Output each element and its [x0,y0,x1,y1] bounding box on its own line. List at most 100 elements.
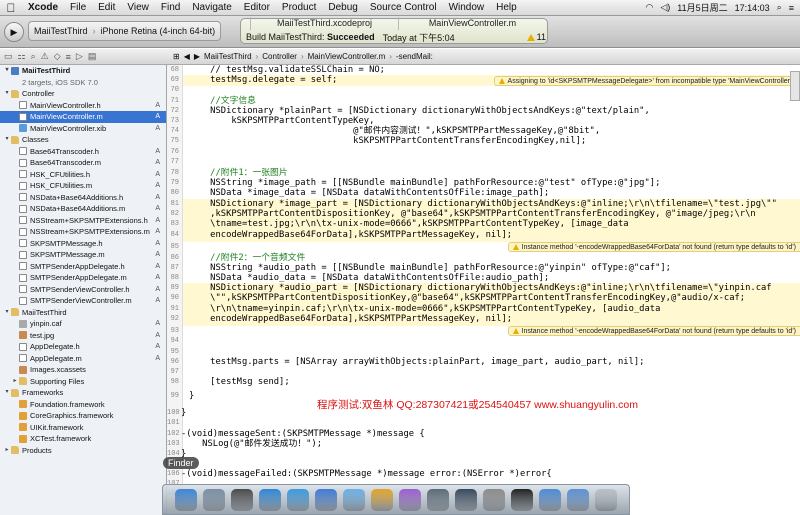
file-item[interactable]: AppDelegate.m A [0,353,166,365]
line-number[interactable]: 92 [167,315,179,323]
line-number[interactable]: 70 [167,86,179,94]
menu-item-file[interactable]: File [64,2,92,13]
file-item[interactable]: MainViewController.h A [0,100,166,112]
disclosure-icon[interactable]: ▾ [3,88,11,100]
line-number[interactable]: 82 [167,210,179,218]
menu-item-navigate[interactable]: Navigate [186,2,237,13]
line-number[interactable]: 76 [167,148,179,156]
file-item[interactable]: SKPSMTPMessage.h A [0,238,166,250]
disclosure-icon[interactable]: ▸ [11,376,19,388]
disclosure-icon[interactable]: ▾ [3,307,11,319]
file-item[interactable]: SMTPSenderViewController.h A [0,284,166,296]
line-number[interactable]: 71 [167,97,179,105]
line-number[interactable]: 91 [167,305,179,313]
file-item[interactable]: Base64Transcoder.h A [0,146,166,158]
iphone-simulator-icon[interactable] [455,488,477,511]
search-icon[interactable]: ⌕ [777,2,782,13]
clock-text[interactable]: 17:14:03 [735,3,770,13]
group-item[interactable]: ▾ Frameworks [0,387,166,399]
disclosure-icon[interactable]: ▾ [3,387,11,399]
breakpoint-icon[interactable]: ▷ [76,51,83,62]
mail-icon[interactable] [343,488,365,511]
file-item[interactable]: NSData+Base64Additions.m A [0,203,166,215]
trash-icon[interactable] [595,488,617,511]
warning-banner[interactable]: Assigning to 'id<SKPSMTPMessageDelegate>… [493,76,800,86]
file-item[interactable]: SMTPSenderAppDelegate.m A [0,272,166,284]
file-item[interactable]: SMTPSenderAppDelegate.h A [0,261,166,273]
menu-item-help[interactable]: Help [490,2,523,13]
file-item[interactable]: AppDelegate.h A [0,341,166,353]
run-button[interactable]: ▶ [4,22,24,42]
file-item[interactable]: MainViewController.xib A [0,123,166,135]
menu-item-window[interactable]: Window [443,2,491,13]
line-number[interactable]: 98 [167,378,179,386]
line-number[interactable]: 69 [167,76,179,84]
app-store-icon[interactable] [259,488,281,511]
menu-item-debug[interactable]: Debug [322,2,363,13]
scheme-device[interactable]: iPhone Retina (4-inch 64-bit) [96,26,221,36]
line-number[interactable]: 78 [167,169,179,177]
folder-icon[interactable]: ▭ [4,51,13,62]
breadcrumb-file[interactable]: MainViewController.m [308,52,386,61]
disclosure-icon[interactable]: ▾ [3,134,11,146]
itunes-icon[interactable] [399,488,421,511]
line-number[interactable]: 87 [167,264,179,272]
line-number[interactable]: 100 [167,409,180,417]
breadcrumb-method[interactable]: -sendMail: [396,52,433,61]
file-item[interactable]: SKPSMTPMessage.m A [0,249,166,261]
xcode-icon[interactable] [315,488,337,511]
group-item[interactable]: ▾ Classes [0,134,166,146]
line-number[interactable]: 77 [167,158,179,166]
debug-icon[interactable]: ≡ [66,52,71,62]
volume-icon[interactable]: ◁) [660,2,670,13]
line-number[interactable]: 74 [167,127,179,135]
terminal-icon[interactable] [511,488,533,511]
file-item[interactable]: UIKit.framework [0,422,166,434]
line-number[interactable]: 93 [167,327,179,335]
source-editor[interactable]: 68 69 70 71 72 73 74 75 76 77 78 79 80 81 82 83 84 85 86 87… [167,65,800,515]
breadcrumb-group[interactable]: Controller [262,52,297,61]
menu-item-view[interactable]: View [121,2,155,13]
date-text[interactable]: 11月5日周二 [677,1,727,14]
line-number[interactable]: 106 [167,470,180,478]
file-item[interactable]: HSK_CFUtilities.h A [0,169,166,181]
group-item[interactable]: ▸ Supporting Files [0,376,166,388]
disclosure-icon[interactable]: ▾ [3,65,11,77]
group-item[interactable]: ▸ Products [0,445,166,457]
project-root[interactable]: ▾ MaiiTestThird [0,65,166,77]
apple-menu-icon[interactable]:  [0,1,22,15]
breadcrumb-project[interactable]: MaiiTestThird [204,52,252,61]
menu-item-xcode[interactable]: Xcode [22,2,64,13]
line-number[interactable]: 86 [167,254,179,262]
line-number[interactable]: 79 [167,179,179,187]
group-item[interactable]: ▾ Controller [0,88,166,100]
safari-icon[interactable] [287,488,309,511]
line-number[interactable]: 101 [167,419,180,427]
assistant-editor-tab[interactable] [790,71,800,101]
instruments-icon[interactable] [427,488,449,511]
line-number[interactable]: 72 [167,107,179,115]
menu-item-source-control[interactable]: Source Control [364,2,443,13]
line-number[interactable]: 96 [167,358,179,366]
file-item[interactable]: MainViewController.m A [0,111,166,123]
symbol-icon[interactable]: ⚏ [18,51,26,62]
line-number[interactable]: 97 [167,368,179,376]
file-item[interactable]: NSStream+SKPSMTPExtensions.m A [0,226,166,238]
line-number[interactable]: 90 [167,294,179,302]
file-item[interactable]: HSK_CFUtilities.m A [0,180,166,192]
menu-item-editor[interactable]: Editor [238,2,276,13]
test-icon[interactable]: ◇ [54,51,61,62]
photos-icon[interactable] [371,488,393,511]
activity-tab-file[interactable]: MainViewController.m [398,17,546,30]
file-item[interactable]: NSStream+SKPSMTPExtensions.h A [0,215,166,227]
warning-banner[interactable]: Instance method '-encodeWrappedBase64For… [507,326,800,336]
line-number[interactable]: 83 [167,220,179,228]
wifi-icon[interactable]: ◠ [646,2,654,13]
scheme-target[interactable]: MaiiTestThird [29,26,93,36]
related-items-icon[interactable]: ⊞ [173,52,180,61]
line-number[interactable]: 102 [167,430,180,438]
line-number[interactable]: 84 [167,231,179,239]
launchpad-icon[interactable] [203,488,225,511]
line-number[interactable]: 95 [167,348,179,356]
file-item[interactable]: Foundation.framework [0,399,166,411]
